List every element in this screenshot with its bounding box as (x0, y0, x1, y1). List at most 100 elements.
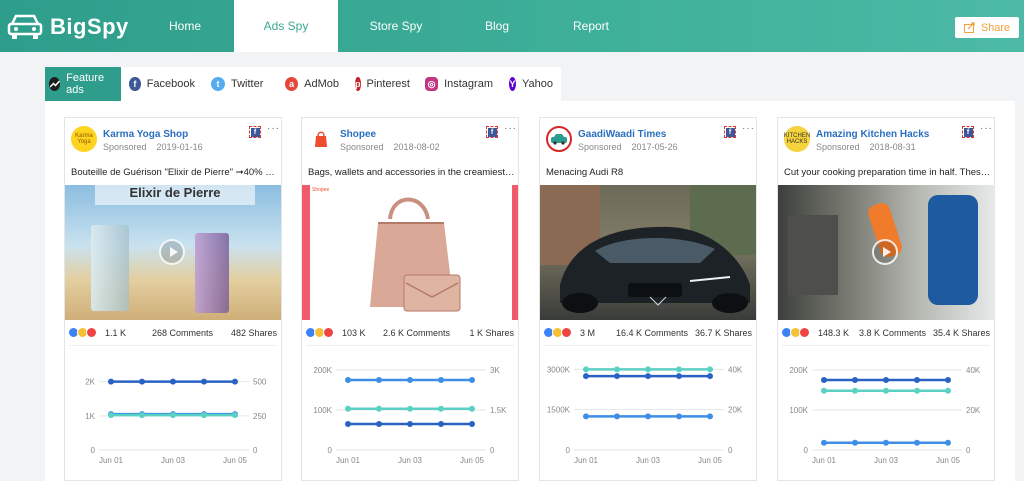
bigspy-logo[interactable]: BigSpy (6, 10, 136, 44)
advertiser-name[interactable]: Shopee (340, 129, 376, 140)
trend-chart: 200K 3K100K 1.5K0 0Jun 01 Jun 03 Jun 05 (313, 366, 507, 465)
y-right-tick-label: 0 (966, 446, 971, 455)
y-left-tick-label: 0 (804, 446, 809, 455)
more-options-icon[interactable]: ··· (742, 123, 755, 134)
share-button[interactable]: Share (955, 17, 1019, 38)
ad-media-video[interactable] (778, 185, 994, 320)
nav-blog[interactable]: Blog (454, 0, 540, 52)
handbag-image (370, 197, 461, 312)
series-point (583, 413, 589, 420)
shopee-bag-icon (315, 131, 327, 147)
nav-home[interactable]: Home (136, 0, 234, 52)
car-badge-icon (551, 134, 567, 145)
pinterest-icon: p (355, 77, 361, 91)
tab-admob[interactable]: a AdMob (277, 67, 347, 101)
series-point (707, 413, 713, 420)
ad-media-image[interactable]: Shopee (302, 185, 518, 320)
crystal-bottle-right (195, 233, 229, 313)
reaction-icons (305, 327, 334, 338)
advertiser-name[interactable]: Karma Yoga Shop (103, 129, 188, 140)
ad-meta: Sponsored 2018-08-02 (340, 142, 450, 152)
comments-count: 2.6 K Comments (382, 328, 450, 338)
twitter-icon: t (211, 77, 225, 91)
instagram-icon: ◎ (425, 77, 439, 91)
series-point (852, 377, 858, 383)
sponsored-label: Sponsored (340, 142, 384, 152)
ad-date: 2018-08-31 (869, 142, 916, 152)
series-point (676, 373, 682, 380)
more-options-icon[interactable]: ··· (504, 123, 517, 134)
media-border-right (512, 185, 518, 320)
series-point (945, 377, 951, 383)
y-left-tick-label: 200K (789, 366, 808, 375)
series-point (438, 421, 444, 427)
trend-chart: 200K 40K100K 20K0 0Jun 01 Jun 03 Jun 05 (789, 366, 981, 465)
media-border-left (302, 185, 310, 320)
y-left-tick-label: 1K (85, 412, 95, 421)
series-point (438, 377, 444, 383)
comments-count: 268 Comments (151, 328, 213, 338)
ad-card[interactable]: KITCHEN HACKS Amazing Kitchen Hacks Spon… (777, 117, 995, 481)
series-point (914, 387, 920, 394)
advertiser-avatar[interactable] (546, 126, 572, 152)
facebook-icon: f (129, 77, 141, 91)
y-right-tick-label: 3K (490, 366, 500, 375)
series-point (614, 413, 620, 420)
admob-icon: a (285, 77, 299, 91)
trending-icon (49, 77, 61, 91)
media-caption: Shopee (312, 187, 330, 193)
x-tick-label: Jun 03 (161, 456, 186, 465)
y-right-tick-label: 250 (253, 412, 267, 421)
play-icon[interactable] (159, 239, 185, 265)
tab-facebook[interactable]: f Facebook (121, 67, 203, 101)
series-point (676, 413, 682, 420)
kitchen-shelf (788, 215, 838, 295)
tab-twitter[interactable]: t Twitter (203, 67, 277, 101)
play-icon[interactable] (872, 239, 898, 265)
series-point (614, 373, 620, 380)
series-point (883, 439, 889, 446)
reaction-icons (781, 327, 810, 338)
nav-store-spy[interactable]: Store Spy (338, 0, 454, 52)
shares-count: 35.4 K Shares (932, 328, 990, 338)
y-right-tick-label: 20K (728, 406, 743, 415)
series-point (852, 439, 858, 446)
tab-feature-ads[interactable]: Feature ads (45, 67, 121, 101)
tab-instagram[interactable]: ◎ Instagram (417, 67, 501, 101)
ad-media-video[interactable]: Elixir de Pierre (65, 185, 281, 320)
nav-ads-spy[interactable]: Ads Spy (234, 0, 338, 52)
advertiser-avatar[interactable] (308, 126, 334, 152)
comments-count: 16.4 K Comments (615, 328, 688, 338)
advertiser-name[interactable]: GaadiWaadi Times (578, 129, 666, 140)
advertiser-name[interactable]: Amazing Kitchen Hacks (816, 129, 929, 140)
ad-card[interactable]: GaadiWaadi Times Sponsored 2017-05-26 f ·… (539, 117, 757, 481)
series-point (707, 366, 713, 373)
logo-text: BigSpy (50, 14, 129, 39)
y-left-tick-label: 100K (313, 406, 332, 415)
ad-card[interactable]: Karma Yoga Karma Yoga Shop Sponsored 2019… (64, 117, 282, 481)
ad-meta: Sponsored 2017-05-26 (578, 142, 688, 152)
advertiser-avatar[interactable]: Karma Yoga (71, 126, 97, 152)
tab-yahoo[interactable]: Y Yahoo (501, 67, 561, 101)
x-tick-label: Jun 01 (336, 456, 361, 465)
series-point (914, 439, 920, 446)
x-tick-label: Jun 01 (574, 456, 599, 465)
series-point (376, 377, 382, 383)
reaction-icons (543, 327, 572, 338)
more-options-icon[interactable]: ··· (267, 123, 280, 134)
trend-chart: 2K 5001K 2500 0Jun 01 Jun 03 Jun 05 (85, 378, 267, 465)
ad-media-image[interactable] (540, 185, 756, 320)
y-right-tick-label: 1.5K (490, 406, 507, 415)
more-options-icon[interactable]: ··· (980, 123, 993, 134)
series-point (345, 421, 351, 427)
y-left-tick-label: 3000K (547, 365, 571, 374)
shares-count: 1 K Shares (469, 328, 514, 338)
advertiser-avatar[interactable]: KITCHEN HACKS (784, 126, 810, 152)
tab-label: Yahoo (522, 78, 553, 90)
tab-pinterest[interactable]: p Pinterest (347, 67, 417, 101)
series-point (345, 405, 351, 412)
engagement-stats: 148.3 K 3.8 K Comments 35.4 K Shares (778, 327, 994, 341)
series-point (883, 377, 889, 383)
ad-card[interactable]: Shopee Sponsored 2018-08-02 f ··· Bags, w… (301, 117, 519, 481)
nav-report[interactable]: Report (540, 0, 642, 52)
